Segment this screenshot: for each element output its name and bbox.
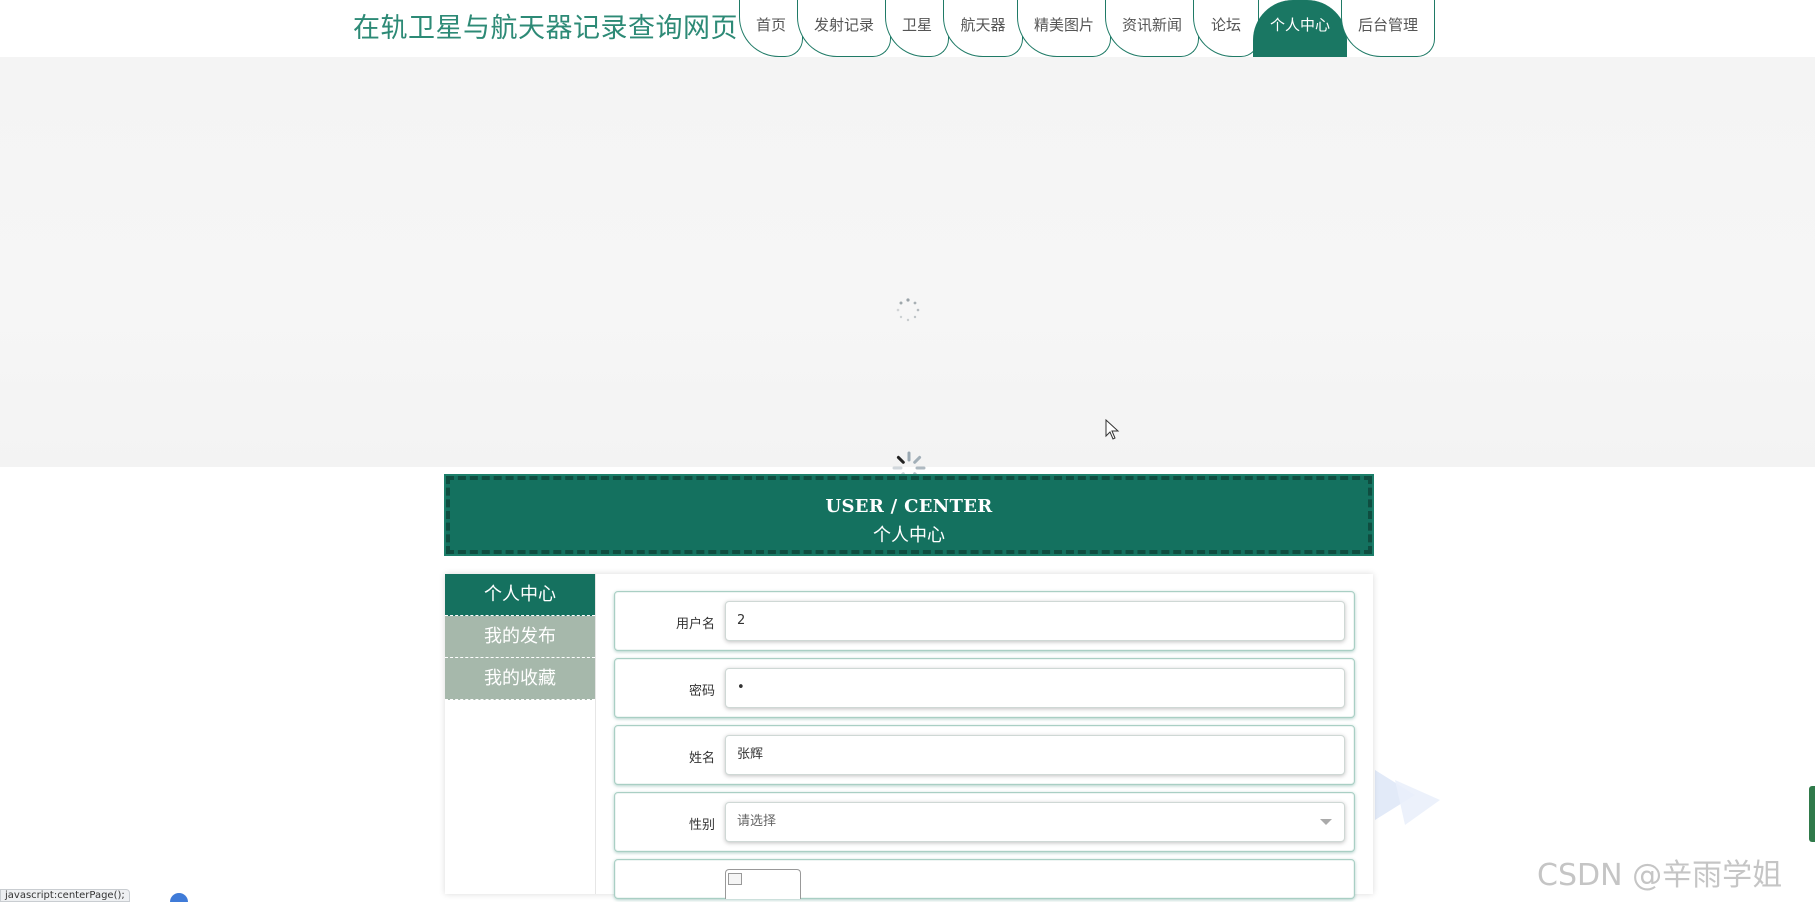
nav-item-launch-records[interactable]: 发射记录 (797, 0, 891, 57)
sidebar-item-user-center[interactable]: 个人中心 (445, 574, 595, 616)
nav-item-label: 资讯新闻 (1121, 15, 1182, 34)
section-title-cn: 个人中心 (873, 525, 945, 546)
nav-item-label: 卫星 (901, 15, 932, 34)
nav-item-spacecraft[interactable]: 航天器 (943, 0, 1023, 57)
nav-item-label: 论坛 (1210, 15, 1241, 34)
name-label: 姓名 (688, 751, 715, 766)
nav-item-news[interactable]: 资讯新闻 (1105, 0, 1199, 57)
page: 在轨卫星与航天器记录查询网页 首页 发射记录 卫星 航天器 精美图片 资讯新闻 … (0, 0, 1815, 902)
nav-item-admin[interactable]: 后台管理 (1341, 0, 1435, 57)
nav-item-forum[interactable]: 论坛 (1193, 0, 1259, 57)
profile-form: 用户名 2 密码 • 姓名 张辉 性别 请选择 (614, 591, 1355, 902)
user-center-panel: 个人中心 我的发布 我的收藏 用户名 2 密码 • 姓名 张辉 性别 请选择 (445, 574, 1373, 899)
broken-image-icon (728, 873, 742, 885)
loading-spinner-icon (896, 298, 920, 322)
main-nav: 首页 发射记录 卫星 航天器 精美图片 资讯新闻 论坛 个人中心 后台管理 (739, 0, 1435, 57)
nav-item-satellites[interactable]: 卫星 (885, 0, 949, 57)
nav-item-label: 发射记录 (813, 15, 874, 34)
sidebar-item-my-favorites[interactable]: 我的收藏 (445, 658, 595, 700)
header: 在轨卫星与航天器记录查询网页 首页 发射记录 卫星 航天器 精美图片 资讯新闻 … (0, 0, 1815, 57)
form-row-username: 用户名 2 (614, 591, 1355, 651)
username-label: 用户名 (675, 617, 715, 632)
nav-item-label: 后台管理 (1357, 15, 1418, 34)
sidebar-item-my-posts[interactable]: 我的发布 (445, 616, 595, 658)
section-title: USER / CENTER 个人中心 (444, 474, 1374, 556)
gender-label: 性别 (688, 818, 715, 833)
password-input[interactable]: • (725, 668, 1345, 708)
banner-area (0, 57, 1815, 467)
form-row-gender: 性别 请选择 (614, 792, 1355, 852)
nav-item-label: 精美图片 (1033, 15, 1094, 34)
gender-select-value: 请选择 (737, 814, 777, 829)
nav-item-home[interactable]: 首页 (739, 0, 803, 57)
password-label: 密码 (688, 684, 715, 699)
sidebar-menu: 个人中心 我的发布 我的收藏 (445, 574, 596, 894)
scrollbar-handle[interactable] (1809, 786, 1815, 842)
section-title-en: USER / CENTER (825, 496, 993, 517)
nav-item-label: 航天器 (960, 15, 1006, 34)
watermark: CSDN @辛雨学姐 (1537, 858, 1783, 893)
form-row-password: 密码 • (614, 658, 1355, 718)
form-row-avatar (614, 859, 1355, 899)
name-input[interactable]: 张辉 (725, 735, 1345, 775)
nav-item-gallery[interactable]: 精美图片 (1017, 0, 1111, 57)
avatar-image[interactable] (725, 869, 801, 899)
username-input[interactable]: 2 (725, 601, 1345, 641)
status-indicator-icon (170, 893, 188, 902)
nav-item-user-center[interactable]: 个人中心 (1253, 0, 1347, 57)
nav-item-label: 个人中心 (1269, 15, 1330, 34)
site-title: 在轨卫星与航天器记录查询网页 (353, 13, 738, 44)
chevron-down-icon (1320, 819, 1332, 825)
form-row-name: 姓名 张辉 (614, 725, 1355, 785)
gender-select[interactable]: 请选择 (725, 802, 1345, 842)
browser-status-bar: javascript:centerPage(); (0, 889, 130, 902)
mouse-cursor-icon (1105, 419, 1120, 440)
nav-item-label: 首页 (755, 15, 786, 34)
